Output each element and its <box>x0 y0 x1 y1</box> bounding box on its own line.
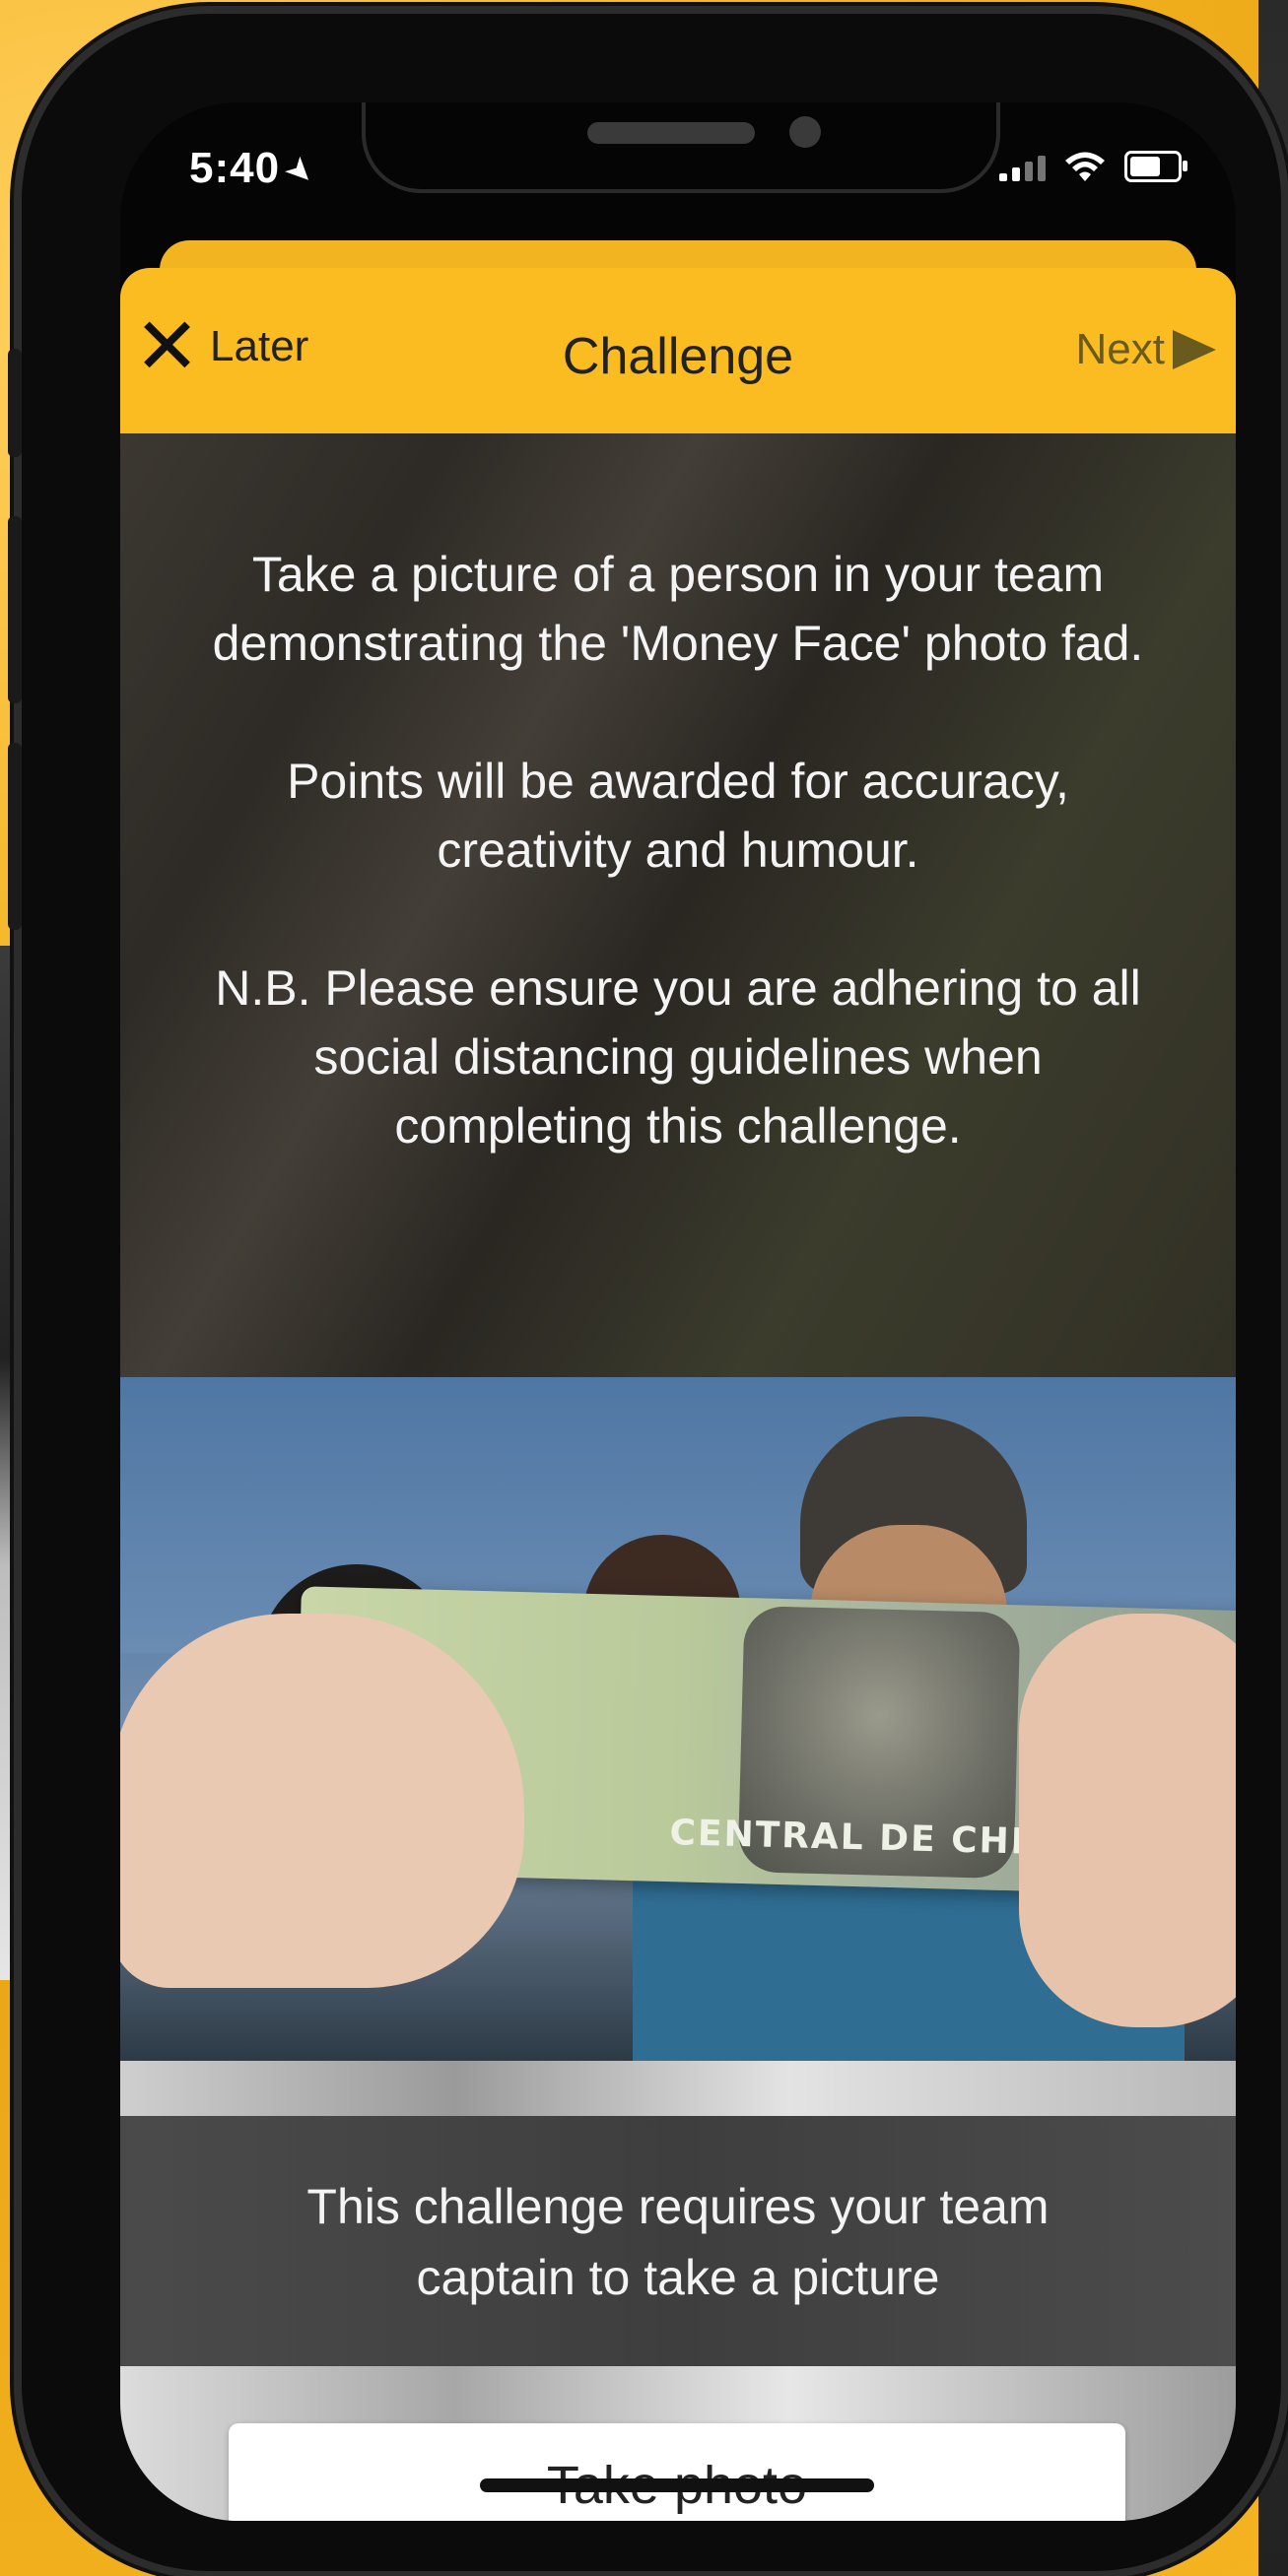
phone-frame: 5:40➤ ✕ Later Challenge Next Take a pict… <box>8 14 1281 2571</box>
home-indicator[interactable] <box>480 2478 874 2492</box>
take-photo-button[interactable]: Take photo <box>229 2423 1125 2521</box>
play-arrow-icon <box>1173 330 1216 369</box>
device-notch <box>362 102 1000 193</box>
page-title: Challenge <box>562 328 794 385</box>
banknote-text: CENTRAL DE CHILE <box>669 1813 1078 1864</box>
challenge-description-panel: Take a picture of a person in your team … <box>120 433 1236 1377</box>
front-camera <box>789 116 821 148</box>
earpiece-speaker <box>587 122 755 144</box>
example-photo: CENTRAL DE CHILE 10 <box>120 1377 1236 2061</box>
volume-down-button <box>8 743 22 930</box>
location-arrow-icon: ➤ <box>276 148 324 195</box>
captain-notice-panel: This challenge requires your team captai… <box>120 2061 1236 2366</box>
action-area: Take photo <box>120 2366 1236 2521</box>
challenge-scoring-text: Points will be awarded for accuracy, cre… <box>287 754 1069 878</box>
status-icons <box>999 150 1187 183</box>
captain-notice-text: This challenge requires your team captai… <box>306 2179 1050 2305</box>
page-background: 5:40➤ ✕ Later Challenge Next Take a pict… <box>0 0 1288 2576</box>
battery-icon <box>1124 151 1187 182</box>
volume-up-button <box>8 516 22 703</box>
phone-screen: 5:40➤ ✕ Later Challenge Next Take a pict… <box>120 102 1236 2521</box>
notice-background-strip <box>120 2061 1236 2116</box>
next-button[interactable]: Next <box>1076 325 1216 374</box>
hand-right <box>1019 1614 1236 2027</box>
hand-left <box>120 1614 524 1988</box>
status-time: 5:40➤ <box>189 144 324 195</box>
app-header: ✕ Later Challenge Next <box>120 268 1236 433</box>
challenge-note-text: N.B. Please ensure you are adhering to a… <box>215 960 1141 1154</box>
challenge-instruction-text: Take a picture of a person in your team … <box>212 547 1144 671</box>
mute-switch <box>8 349 22 457</box>
wifi-icon <box>1065 152 1105 181</box>
next-label: Next <box>1075 325 1165 373</box>
status-time-text: 5:40 <box>189 144 281 192</box>
cellular-signal-icon <box>999 152 1046 181</box>
